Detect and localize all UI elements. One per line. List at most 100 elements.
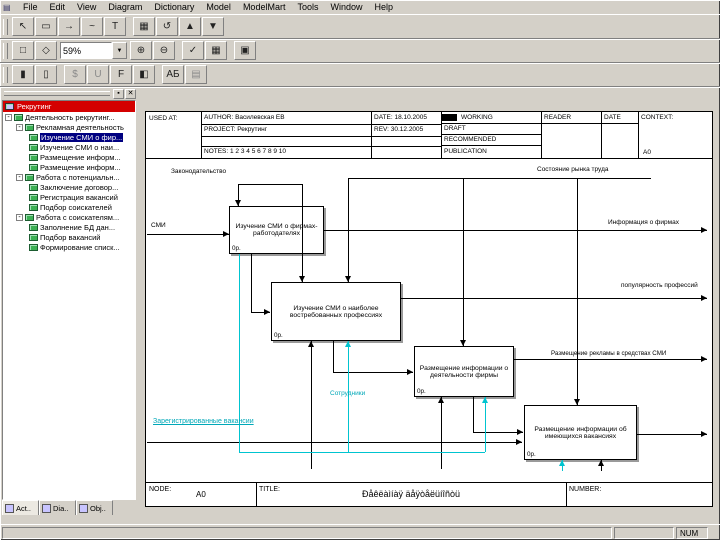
collapse-icon[interactable]: -: [16, 173, 23, 181]
zoom-out-button[interactable]: ⊖: [153, 41, 175, 60]
arrow-segment[interactable]: [637, 434, 707, 435]
pointer-tool-button[interactable]: ↖: [12, 17, 34, 36]
panel-titlebar[interactable]: ▪ ✕: [2, 88, 136, 99]
arrow-segment[interactable]: [473, 432, 523, 433]
toolbar-grip[interactable]: [3, 66, 8, 83]
squiggle-tool-button[interactable]: ~: [81, 17, 103, 36]
toolbar-grip[interactable]: [3, 42, 8, 59]
lock-button[interactable]: ▮: [12, 65, 34, 84]
panel-splitter[interactable]: [137, 88, 144, 518]
arrow-segment[interactable]: [147, 234, 229, 235]
diagram-dictionary-button[interactable]: ▦: [133, 17, 155, 36]
go-parent-button[interactable]: ▲: [179, 17, 201, 36]
arrow-segment[interactable]: [514, 359, 707, 360]
model-explorer-button[interactable]: ▣: [234, 41, 256, 60]
arrow-segment[interactable]: [324, 230, 707, 231]
toolbar-grip[interactable]: [3, 18, 8, 35]
arrow-label-labor-market[interactable]: Состояние рынка труда: [537, 166, 608, 173]
zoom-dropdown-button[interactable]: ▼: [112, 42, 127, 59]
spellcheck-button[interactable]: ✓: [182, 41, 204, 60]
text-tool-button[interactable]: T: [104, 17, 126, 36]
menu-modelmart[interactable]: ModelMart: [237, 1, 292, 13]
tab-objects[interactable]: Obj..: [76, 500, 113, 515]
menu-diagram[interactable]: Diagram: [102, 1, 148, 13]
tab-activities[interactable]: Act..: [2, 500, 39, 515]
arrow-segment[interactable]: [311, 341, 312, 469]
model-root-item[interactable]: Рекрутинг: [3, 101, 135, 112]
arrow-label-ad-placement[interactable]: Размещение рекламы в средствах СМИ: [551, 350, 666, 357]
arrow-segment[interactable]: [348, 178, 651, 179]
font-button[interactable]: F: [110, 65, 132, 84]
tree-item[interactable]: Регистрация вакансий: [3, 192, 135, 202]
tree-item[interactable]: Формирование списк...: [3, 242, 135, 252]
cost-button[interactable]: $: [64, 65, 86, 84]
arrow-segment[interactable]: [577, 178, 578, 405]
menu-edit[interactable]: Edit: [44, 1, 72, 13]
selected-arrow-segment[interactable]: [239, 452, 485, 453]
tab-diagrams[interactable]: Dia..: [39, 500, 76, 515]
arrow-label-firm-info[interactable]: Информация о фирмах: [608, 219, 679, 226]
collapse-icon[interactable]: -: [5, 113, 12, 121]
arrow-segment[interactable]: [333, 372, 413, 373]
panel-grip[interactable]: [4, 91, 110, 96]
arrow-label-vacancies[interactable]: Зарегистрированные вакансии: [153, 418, 254, 426]
collapse-icon[interactable]: -: [16, 213, 23, 221]
activity-box-3[interactable]: Размещение информации о деятельности фир…: [414, 346, 514, 397]
menu-model[interactable]: Model: [200, 1, 237, 13]
go-child-button[interactable]: ▼: [202, 17, 224, 36]
menu-window[interactable]: Window: [324, 1, 368, 13]
activity-box-4[interactable]: Размещение информации об имеющихся вакан…: [524, 405, 637, 460]
tree-item[interactable]: Подбор соискателей: [3, 202, 135, 212]
sibling-diagram-button[interactable]: ◇: [35, 41, 57, 60]
tree-item[interactable]: Заключение договор...: [3, 182, 135, 192]
arrow-segment[interactable]: [401, 298, 707, 299]
menu-file[interactable]: File: [17, 1, 44, 13]
udp-button[interactable]: U: [87, 65, 109, 84]
tree-item[interactable]: Подбор вакансий: [3, 232, 135, 242]
activity-box-tool-button[interactable]: ▭: [35, 17, 57, 36]
arrow-label-staff[interactable]: Сотрудники: [330, 390, 365, 397]
color-button[interactable]: ◧: [133, 65, 155, 84]
arrow-segment[interactable]: [333, 341, 334, 372]
tree-item-selected[interactable]: Изучение СМИ о фир...: [3, 132, 135, 142]
child-window-icon[interactable]: ▤: [3, 3, 14, 12]
arrow-segment[interactable]: [441, 397, 442, 469]
menu-view[interactable]: View: [71, 1, 102, 13]
arrow-segment[interactable]: [473, 397, 474, 432]
abc-report-button[interactable]: АБ: [162, 65, 184, 84]
tree-item[interactable]: Изучение СМИ о наи...: [3, 142, 135, 152]
arrow-label-smi[interactable]: СМИ: [151, 222, 166, 229]
tree-item[interactable]: - Деятельность рекрутинг...: [3, 112, 135, 122]
arrow-segment[interactable]: [302, 184, 303, 282]
panel-pin-button[interactable]: ▪: [113, 88, 124, 99]
arrow-segment[interactable]: [238, 184, 302, 185]
tree-item[interactable]: - Рекламная деятельность: [3, 122, 135, 132]
grid-report-button[interactable]: ▤: [185, 65, 207, 84]
tree-item[interactable]: - Работа с потенциальн...: [3, 172, 135, 182]
activity-box-1[interactable]: Изучение СМИ о фирмах-работодателях 0р.: [229, 206, 324, 254]
undo-button[interactable]: ↺: [156, 17, 178, 36]
unlock-button[interactable]: ▯: [35, 65, 57, 84]
collapse-icon[interactable]: -: [16, 123, 23, 131]
arrow-label-popularity[interactable]: популярность профессий: [621, 282, 709, 289]
new-diagram-button[interactable]: □: [12, 41, 34, 60]
tree-item[interactable]: Заполнение БД дан...: [3, 222, 135, 232]
arrow-segment[interactable]: [463, 178, 464, 346]
arrow-segment[interactable]: [147, 442, 522, 443]
tree-item[interactable]: - Работа с соискателям...: [3, 212, 135, 222]
menu-tools[interactable]: Tools: [291, 1, 324, 13]
zoom-input[interactable]: [60, 42, 112, 59]
menu-help[interactable]: Help: [368, 1, 399, 13]
arrow-label-legislation[interactable]: Законодательство: [171, 168, 226, 175]
tree-item[interactable]: Размещение информ...: [3, 152, 135, 162]
panel-close-button[interactable]: ✕: [125, 88, 136, 99]
arrow-segment[interactable]: [251, 254, 252, 312]
activity-box-2[interactable]: Изучение СМИ о наиболее востребованных п…: [271, 282, 401, 341]
idef0-diagram-sheet[interactable]: USED AT: AUTHOR: Василевская ЕВ PROJECT:…: [145, 111, 713, 507]
tree-item[interactable]: Размещение информ...: [3, 162, 135, 172]
selected-arrow-segment[interactable]: [485, 397, 486, 452]
menu-dictionary[interactable]: Dictionary: [148, 1, 200, 13]
zoom-in-button[interactable]: ⊕: [130, 41, 152, 60]
arrow-tool-button[interactable]: →: [58, 17, 80, 36]
grid-snap-button[interactable]: ▦: [205, 41, 227, 60]
